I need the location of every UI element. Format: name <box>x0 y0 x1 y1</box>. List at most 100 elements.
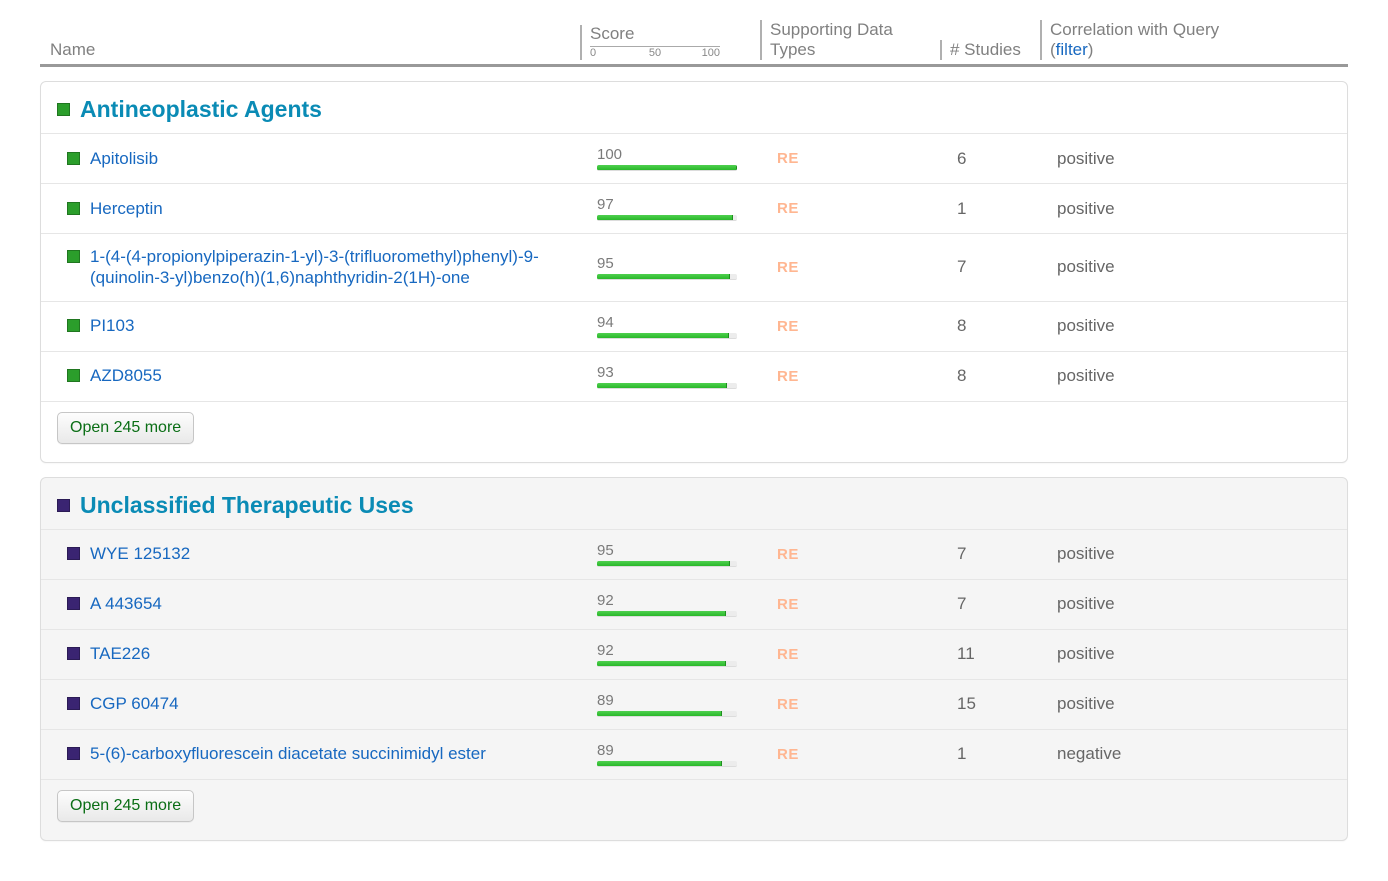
score-bar-fill <box>597 383 727 388</box>
score-bar <box>597 165 737 171</box>
correlation-value: positive <box>1057 149 1331 169</box>
score-bar <box>597 561 737 567</box>
group-footer: Open 245 more <box>41 401 1347 462</box>
compound-link[interactable]: PI103 <box>90 315 134 336</box>
correlation-value: positive <box>1057 544 1331 564</box>
compound-link[interactable]: Apitolisib <box>90 148 158 169</box>
studies-count: 8 <box>957 316 1057 336</box>
results-page: Name Score 0 50 100 Supporting Data Type… <box>40 0 1348 881</box>
studies-count: 8 <box>957 366 1057 386</box>
supporting-type-tag: RE <box>777 746 957 763</box>
compound-link[interactable]: A 443654 <box>90 593 162 614</box>
result-row: Herceptin 97 RE 1 positive <box>41 183 1347 233</box>
score-bar <box>597 711 737 717</box>
compound-link[interactable]: Herceptin <box>90 198 163 219</box>
row-swatch-icon <box>67 647 80 660</box>
supporting-type-tag: RE <box>777 646 957 663</box>
studies-count: 15 <box>957 694 1057 714</box>
result-group: Unclassified Therapeutic Uses WYE 125132… <box>40 477 1348 841</box>
group-footer: Open 245 more <box>41 779 1347 840</box>
result-row: CGP 60474 89 RE 15 positive <box>41 679 1347 729</box>
score-value: 93 <box>597 364 777 381</box>
result-row: PI103 94 RE 8 positive <box>41 301 1347 351</box>
group-header[interactable]: Unclassified Therapeutic Uses <box>41 478 1347 529</box>
correlation-value: positive <box>1057 316 1331 336</box>
group-title: Unclassified Therapeutic Uses <box>80 492 414 519</box>
compound-link[interactable]: CGP 60474 <box>90 693 179 714</box>
header-studies: # Studies <box>940 40 1040 60</box>
header-types: Supporting Data Types <box>760 20 940 60</box>
group-rows: WYE 125132 95 RE 7 positive A 443654 92 … <box>41 529 1347 779</box>
studies-count: 7 <box>957 257 1057 277</box>
score-bar <box>597 215 737 221</box>
score-bar-fill <box>597 711 722 716</box>
score-bar <box>597 274 737 280</box>
score-bar <box>597 661 737 667</box>
group-swatch-icon <box>57 499 70 512</box>
open-more-button[interactable]: Open 245 more <box>57 412 194 444</box>
supporting-type-tag: RE <box>777 696 957 713</box>
score-bar-fill <box>597 761 722 766</box>
supporting-type-tag: RE <box>777 259 957 276</box>
compound-link[interactable]: TAE226 <box>90 643 150 664</box>
correlation-value: positive <box>1057 257 1331 277</box>
supporting-type-tag: RE <box>777 200 957 217</box>
score-value: 94 <box>597 314 777 331</box>
column-headers: Name Score 0 50 100 Supporting Data Type… <box>40 20 1348 67</box>
score-bar-fill <box>597 333 729 338</box>
studies-count: 11 <box>957 644 1057 664</box>
score-cell: 100 <box>597 146 777 171</box>
score-value: 95 <box>597 255 777 272</box>
score-bar <box>597 333 737 339</box>
result-group: Antineoplastic Agents Apitolisib 100 RE … <box>40 81 1348 463</box>
group-rows: Apitolisib 100 RE 6 positive Herceptin 9… <box>41 133 1347 401</box>
open-more-button[interactable]: Open 245 more <box>57 790 194 822</box>
row-swatch-icon <box>67 152 80 165</box>
studies-count: 7 <box>957 544 1057 564</box>
supporting-type-tag: RE <box>777 318 957 335</box>
compound-link[interactable]: 1-(4-(4-propionylpiperazin-1-yl)-3-(trif… <box>90 246 597 289</box>
header-score-label: Score <box>590 25 760 44</box>
axis-tick-50: 50 <box>649 47 661 59</box>
score-cell: 92 <box>597 592 777 617</box>
score-cell: 92 <box>597 642 777 667</box>
supporting-type-tag: RE <box>777 150 957 167</box>
result-row: A 443654 92 RE 7 positive <box>41 579 1347 629</box>
score-cell: 93 <box>597 364 777 389</box>
supporting-type-tag: RE <box>777 368 957 385</box>
correlation-value: negative <box>1057 744 1331 764</box>
studies-count: 7 <box>957 594 1057 614</box>
result-row: 1-(4-(4-propionylpiperazin-1-yl)-3-(trif… <box>41 233 1347 301</box>
correlation-value: positive <box>1057 366 1331 386</box>
score-bar <box>597 383 737 389</box>
result-row: WYE 125132 95 RE 7 positive <box>41 529 1347 579</box>
score-value: 100 <box>597 146 777 163</box>
score-bar-fill <box>597 165 737 170</box>
row-swatch-icon <box>67 202 80 215</box>
studies-count: 1 <box>957 744 1057 764</box>
score-cell: 89 <box>597 692 777 717</box>
correlation-value: positive <box>1057 644 1331 664</box>
compound-link[interactable]: AZD8055 <box>90 365 162 386</box>
row-swatch-icon <box>67 369 80 382</box>
score-value: 89 <box>597 742 777 759</box>
group-header[interactable]: Antineoplastic Agents <box>41 82 1347 133</box>
score-value: 97 <box>597 196 777 213</box>
score-value: 89 <box>597 692 777 709</box>
compound-link[interactable]: 5-(6)-carboxyfluorescein diacetate succi… <box>90 743 486 764</box>
compound-link[interactable]: WYE 125132 <box>90 543 190 564</box>
group-swatch-icon <box>57 103 70 116</box>
axis-tick-100: 100 <box>702 47 720 59</box>
score-bar-fill <box>597 215 733 220</box>
correlation-value: positive <box>1057 594 1331 614</box>
row-swatch-icon <box>67 597 80 610</box>
score-bar <box>597 761 737 767</box>
score-bar-fill <box>597 274 730 279</box>
axis-tick-0: 0 <box>590 47 596 59</box>
header-score: Score 0 50 100 <box>580 25 760 60</box>
row-swatch-icon <box>67 747 80 760</box>
score-bar-fill <box>597 661 726 666</box>
score-bar-fill <box>597 611 726 616</box>
filter-link[interactable]: filter <box>1056 40 1088 59</box>
supporting-type-tag: RE <box>777 596 957 613</box>
